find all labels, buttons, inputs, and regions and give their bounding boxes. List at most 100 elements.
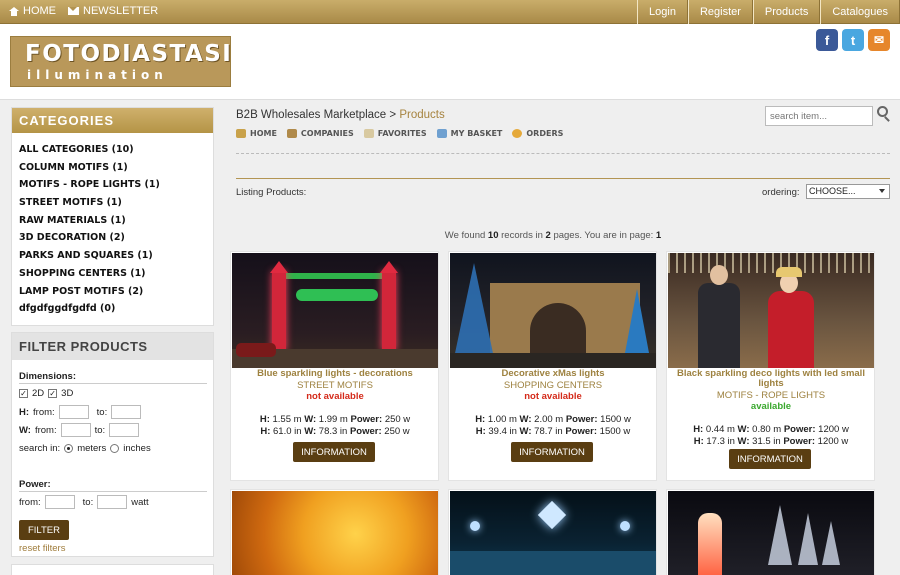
information-button[interactable]: INFORMATION — [293, 442, 375, 462]
search-icon[interactable] — [877, 106, 888, 117]
category-item[interactable]: 3D DECORATION (2) — [19, 232, 213, 250]
dimensions-label: Dimensions: — [19, 371, 77, 382]
categories-title: CATEGORIES — [12, 108, 213, 133]
divider — [19, 491, 207, 492]
home-icon — [236, 129, 246, 138]
divider — [236, 153, 890, 154]
briefcase-icon — [286, 129, 297, 138]
subnav-favorites[interactable]: FAVORITES — [363, 129, 427, 138]
register-link[interactable]: Register — [687, 0, 753, 24]
product-category: SHOPPING CENTERS — [503, 380, 603, 391]
divider — [236, 178, 890, 179]
product-image[interactable] — [668, 491, 874, 575]
folder-icon — [363, 129, 374, 138]
subnav-companies[interactable]: COMPANIES — [286, 129, 354, 138]
ordering-select[interactable]: CHOOSE... — [806, 184, 890, 199]
width-from-input[interactable] — [60, 423, 91, 437]
search-in-label: search in: — [19, 443, 61, 454]
basket-icon — [436, 129, 447, 138]
twitter-icon[interactable]: t — [842, 29, 864, 51]
category-list: ALL CATEGORIES (10) COLUMN MOTIFS (1) MO… — [12, 133, 213, 321]
product-image[interactable] — [232, 253, 438, 368]
secondary-nav: HOME COMPANIES FAVORITES MY BASKET ORDER… — [236, 129, 563, 138]
product-dimensions-metric: H: 1.00 m W: 2.00 m Power: 1500 w — [475, 414, 631, 425]
sidebar-next-panel — [11, 564, 214, 575]
category-item[interactable]: STREET MOTIFS (1) — [19, 197, 213, 215]
email-icon[interactable]: ✉ — [868, 29, 890, 51]
facebook-icon[interactable]: f — [816, 29, 838, 51]
products-link[interactable]: Products — [752, 0, 821, 24]
subnav-home[interactable]: HOME — [236, 129, 277, 138]
product-image[interactable] — [450, 491, 656, 575]
product-category: MOTIFS - ROPE LIGHTS — [716, 390, 826, 401]
product-card[interactable] — [666, 489, 875, 575]
height-label: H: — [19, 406, 30, 418]
listing-heading: Listing Products: — [236, 187, 307, 198]
filter-button[interactable]: FILTER — [19, 520, 69, 540]
checkbox-2d[interactable]: ✓ — [19, 389, 28, 398]
category-item[interactable]: SHOPPING CENTERS (1) — [19, 268, 213, 286]
category-item[interactable]: ALL CATEGORIES (10) — [19, 144, 213, 162]
reset-filters-link[interactable]: reset filters — [19, 543, 65, 554]
top-newsletter-link[interactable]: NEWSLETTER — [68, 5, 158, 17]
product-title[interactable]: Decorative xMas lights — [453, 369, 653, 379]
category-item[interactable]: MOTIFS - ROPE LIGHTS (1) — [19, 179, 213, 197]
pages-count: 2 — [545, 230, 551, 241]
breadcrumb-current: Products — [399, 109, 445, 121]
product-title[interactable]: Black sparkling deco lights with led sma… — [671, 369, 871, 389]
ordering-label: ordering: — [762, 187, 800, 198]
divider — [19, 383, 207, 384]
availability-status: not available — [524, 391, 582, 402]
envelope-icon — [68, 7, 79, 15]
height-from-input[interactable] — [58, 405, 89, 419]
category-item[interactable]: PARKS AND SQUARES (1) — [19, 250, 213, 268]
subnav-basket[interactable]: MY BASKET — [436, 129, 502, 138]
meters-label: meters — [77, 443, 107, 454]
product-dimensions-imperial: H: 17.3 in W: 31.5 in Power: 1200 w — [693, 436, 849, 447]
categories-panel: CATEGORIES ALL CATEGORIES (10) COLUMN MO… — [11, 107, 214, 326]
power-to-input[interactable] — [97, 495, 128, 509]
product-card[interactable] — [230, 489, 439, 575]
product-image[interactable] — [450, 253, 656, 368]
site-logo[interactable]: FOTODIASTASI illumination — [10, 36, 231, 87]
product-title[interactable]: Blue sparkling lights - decorations — [235, 369, 435, 379]
category-item[interactable]: RAW MATERIALS (1) — [19, 215, 213, 233]
home-icon — [9, 6, 19, 16]
login-link[interactable]: Login — [637, 0, 688, 24]
product-card: Blue sparkling lights - decorations STRE… — [230, 251, 439, 481]
product-card: Decorative xMas lights SHOPPING CENTERS … — [448, 251, 657, 481]
category-item[interactable]: dfgdfggdfgdfd (0) — [19, 303, 213, 321]
availability-status: available — [750, 401, 792, 412]
filter-panel: FILTER PRODUCTS Dimensions: ✓ 2D ✓ 3D H: f… — [11, 332, 214, 557]
product-category: STREET MOTIFS — [297, 380, 373, 391]
inches-label: inches — [123, 443, 151, 454]
breadcrumb-root[interactable]: B2B Wholesales Marketplace — [236, 109, 386, 121]
category-item[interactable]: COLUMN MOTIFS (1) — [19, 162, 213, 180]
availability-status: not available — [306, 391, 364, 402]
power-from-input[interactable] — [44, 495, 75, 509]
top-navigation-bar: HOME NEWSLETTER Login Register Products … — [0, 0, 900, 24]
breadcrumb-separator: > — [389, 109, 397, 121]
information-button[interactable]: INFORMATION — [729, 449, 811, 469]
subnav-orders[interactable]: ORDERS — [512, 129, 563, 138]
radio-meters[interactable] — [64, 444, 74, 453]
product-image[interactable] — [668, 253, 874, 368]
radio-inches[interactable] — [110, 444, 120, 453]
product-card[interactable] — [448, 489, 657, 575]
search-input[interactable]: search item... — [765, 106, 873, 126]
product-dimensions-metric: H: 1.55 m W: 1.99 m Power: 250 w — [259, 414, 411, 425]
label-2d: 2D — [32, 388, 45, 399]
information-button[interactable]: INFORMATION — [511, 442, 593, 462]
watt-label: watt — [131, 496, 149, 508]
height-to-input[interactable] — [111, 405, 142, 419]
from-label: from: — [19, 496, 41, 508]
product-dimensions-metric: H: 0.44 m W: 0.80 m Power: 1200 w — [693, 424, 849, 435]
product-image[interactable] — [232, 491, 438, 575]
site-header: FOTODIASTASI illumination f t ✉ — [0, 24, 900, 100]
top-home-link[interactable]: HOME — [9, 5, 56, 17]
checkbox-3d[interactable]: ✓ — [48, 389, 58, 398]
to-label: to: — [94, 424, 106, 436]
catalogues-link[interactable]: Catalogues — [820, 0, 900, 24]
width-to-input[interactable] — [109, 423, 140, 437]
category-item[interactable]: LAMP POST MOTIFS (2) — [19, 286, 213, 304]
